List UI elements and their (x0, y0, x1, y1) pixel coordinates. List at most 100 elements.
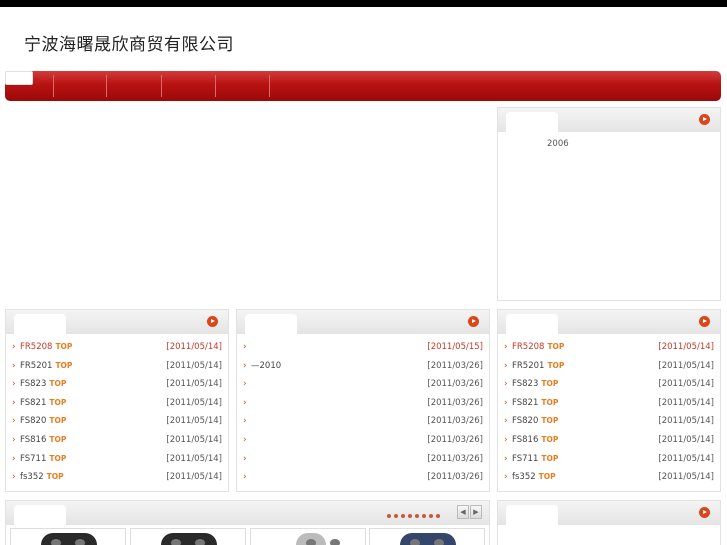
nav-item-3[interactable] (108, 75, 162, 97)
item-title-link[interactable]: FR5201 TOP (20, 357, 72, 376)
bullet-arrow-icon: › (12, 342, 16, 352)
top-badge: TOP (49, 453, 67, 463)
product-thumbnail[interactable] (130, 528, 246, 545)
nav-item-5[interactable] (216, 75, 270, 97)
bullet-arrow-icon: › (504, 416, 508, 427)
list-item[interactable]: › fs352 TOP [2011/05/14] (10, 468, 224, 487)
more-arrow-icon[interactable] (699, 316, 710, 327)
carousel-dot[interactable] (394, 514, 398, 518)
carousel-dot[interactable] (415, 514, 419, 518)
item-title: FR5208 (512, 342, 545, 352)
item-title-link[interactable]: FS816 TOP (20, 431, 66, 450)
list-item[interactable]: › [2011/03/26] (241, 412, 485, 431)
carousel-dot[interactable] (429, 514, 433, 518)
list-item[interactable]: › FS823 TOP [2011/05/14] (502, 375, 716, 394)
item-title-link[interactable]: FS711 TOP (20, 450, 66, 469)
product-list-panel-left: › FR5208 TOP [2011/05/14] › FR5201 TOP [2011/05… (5, 309, 229, 492)
panel-tab[interactable] (14, 505, 66, 525)
list-item[interactable]: › FS821 TOP [2011/05/14] (10, 394, 224, 413)
item-date: [2011/03/26] (427, 360, 483, 371)
list-item[interactable]: › —2010 [2011/03/26] (241, 357, 485, 376)
top-badge: TOP (541, 434, 559, 444)
item-title-link[interactable]: FR5208 TOP (512, 338, 564, 357)
product-list: › FR5208 TOP [2011/05/14] › FR5201 TOP [2011/05… (502, 338, 716, 487)
item-title-link[interactable]: FS711 TOP (512, 450, 558, 469)
list-item[interactable]: › [2011/03/26] (241, 450, 485, 469)
carousel-dot[interactable] (436, 514, 440, 518)
item-title-link[interactable]: FS821 TOP (20, 394, 66, 413)
carousel-next-button[interactable]: ▶ (470, 505, 482, 519)
product-thumbnail[interactable] (369, 528, 485, 545)
list-item[interactable]: › FR5208 TOP [2011/05/14] (10, 338, 224, 357)
carousel-dot[interactable] (401, 514, 405, 518)
item-date: [2011/05/14] (166, 342, 222, 352)
list-item[interactable]: › [2011/03/26] (241, 431, 485, 450)
list-item[interactable]: › FS711 TOP [2011/05/14] (10, 450, 224, 469)
bullet-arrow-icon: › (504, 434, 508, 445)
nav-item-4[interactable] (162, 75, 216, 97)
item-date: [2011/03/26] (427, 453, 483, 464)
panel-tab[interactable] (14, 314, 66, 334)
more-arrow-icon[interactable] (699, 507, 710, 518)
more-arrow-icon[interactable] (699, 114, 710, 125)
list-item[interactable]: › FS816 TOP [2011/05/14] (10, 431, 224, 450)
top-badge: TOP (538, 472, 556, 482)
item-date: [2011/05/14] (658, 360, 714, 371)
nav-item-2[interactable] (54, 75, 107, 97)
carousel-dot[interactable] (387, 514, 391, 518)
item-title: —2010 (251, 360, 282, 371)
item-title-link[interactable]: FS823 TOP (20, 375, 66, 394)
item-title-link[interactable]: fs352 TOP (20, 468, 64, 487)
list-item[interactable]: › FS820 TOP [2011/05/14] (502, 412, 716, 431)
list-item[interactable]: › FR5208 TOP [2011/05/14] (502, 338, 716, 357)
item-title-link[interactable]: FS820 TOP (512, 412, 558, 431)
item-title-link[interactable]: fs352 TOP (512, 468, 556, 487)
list-item[interactable]: › [2011/05/15] (241, 338, 485, 357)
item-date: [2011/03/26] (427, 434, 483, 445)
top-badge: TOP (541, 379, 559, 389)
list-item[interactable]: › FS823 TOP [2011/05/14] (10, 375, 224, 394)
list-item[interactable]: › fs352 TOP [2011/05/14] (502, 468, 716, 487)
item-date: [2011/05/14] (658, 416, 714, 427)
item-title-link[interactable]: FS823 TOP (512, 375, 558, 394)
panel-tab[interactable] (245, 314, 297, 334)
more-arrow-icon[interactable] (207, 316, 218, 327)
panel-tab[interactable] (506, 314, 558, 334)
panel-header (498, 108, 720, 132)
product-thumbnail[interactable] (10, 528, 126, 545)
list-item[interactable]: › FS820 TOP [2011/05/14] (10, 412, 224, 431)
item-title-link[interactable]: FR5208 TOP (20, 338, 72, 357)
item-title-link[interactable]: FR5201 TOP (512, 357, 564, 376)
item-title-link[interactable]: FS821 TOP (512, 394, 558, 413)
item-title-link[interactable]: FS816 TOP (512, 431, 558, 450)
item-title-link[interactable]: —2010 (251, 357, 281, 376)
list-item[interactable]: › FR5201 TOP [2011/05/14] (10, 357, 224, 376)
list-item[interactable]: › [2011/03/26] (241, 394, 485, 413)
list-item[interactable]: › FR5201 TOP [2011/05/14] (502, 357, 716, 376)
carousel-dot[interactable] (422, 514, 426, 518)
panel-header (6, 310, 228, 334)
bullet-arrow-icon: › (12, 472, 16, 483)
panel-tab[interactable] (506, 112, 558, 132)
list-item[interactable]: › FS821 TOP [2011/05/14] (502, 394, 716, 413)
carousel-dot[interactable] (408, 514, 412, 518)
bullet-arrow-icon: › (12, 360, 16, 371)
item-title: FS821 (512, 397, 539, 408)
panel-tab[interactable] (506, 505, 558, 525)
bullet-arrow-icon: › (243, 379, 247, 390)
item-title-link[interactable]: FS820 TOP (20, 412, 66, 431)
carousel-prev-button[interactable]: ◀ (457, 505, 469, 519)
panel-header (498, 310, 720, 334)
list-item[interactable]: › FS816 TOP [2011/05/14] (502, 431, 716, 450)
nav-item-home[interactable] (5, 71, 33, 85)
bullet-arrow-icon: › (504, 360, 508, 371)
more-arrow-icon[interactable] (468, 316, 479, 327)
item-date: [2011/05/14] (166, 434, 222, 445)
list-item[interactable]: › [2011/03/26] (241, 468, 485, 487)
item-date: [2011/05/15] (427, 342, 483, 352)
list-item[interactable]: › FS711 TOP [2011/05/14] (502, 450, 716, 469)
product-thumbnail[interactable] (250, 528, 366, 545)
item-title: FR5208 (20, 342, 53, 352)
list-item[interactable]: › [2011/03/26] (241, 375, 485, 394)
top-badge: TOP (49, 397, 67, 407)
